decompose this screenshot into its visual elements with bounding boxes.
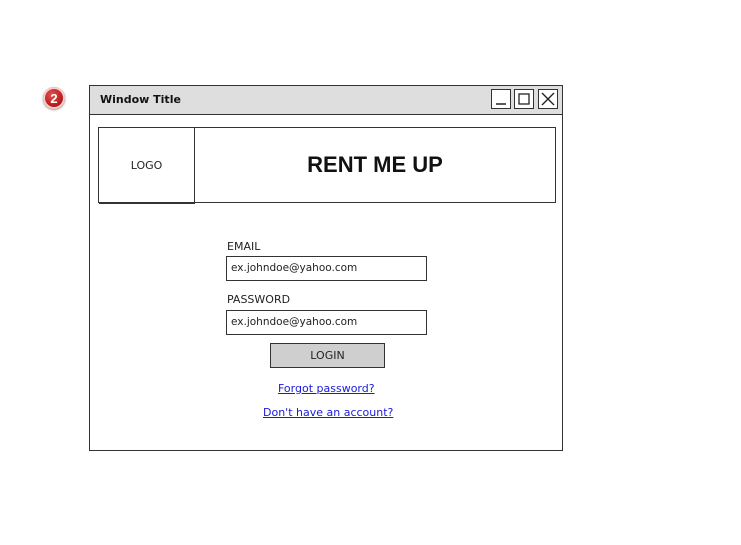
annotation-badge: 2	[43, 87, 65, 109]
maximize-button[interactable]	[514, 89, 534, 109]
minimize-icon	[496, 103, 506, 105]
forgot-password-link[interactable]: Forgot password?	[278, 382, 375, 395]
app-window: Window Title LOGO RENT ME UP EMAIL ex.jo…	[89, 85, 563, 451]
window-title: Window Title	[100, 93, 181, 106]
minimize-button[interactable]	[491, 89, 511, 109]
password-label: PASSWORD	[227, 293, 291, 306]
maximize-icon	[518, 93, 530, 105]
close-icon	[541, 92, 555, 106]
logo-placeholder: LOGO	[99, 127, 195, 204]
close-button[interactable]	[538, 89, 558, 109]
email-field[interactable]: ex.johndoe@yahoo.com	[226, 256, 427, 281]
login-button[interactable]: LOGIN	[270, 343, 385, 368]
password-field[interactable]: ex.johndoe@yahoo.com	[226, 310, 427, 335]
title-bar: Window Title	[90, 86, 562, 115]
brand-title: RENT ME UP	[307, 152, 443, 177]
header-banner: LOGO RENT ME UP	[98, 127, 556, 204]
signup-link[interactable]: Don't have an account?	[263, 406, 393, 419]
email-label: EMAIL	[227, 240, 261, 253]
